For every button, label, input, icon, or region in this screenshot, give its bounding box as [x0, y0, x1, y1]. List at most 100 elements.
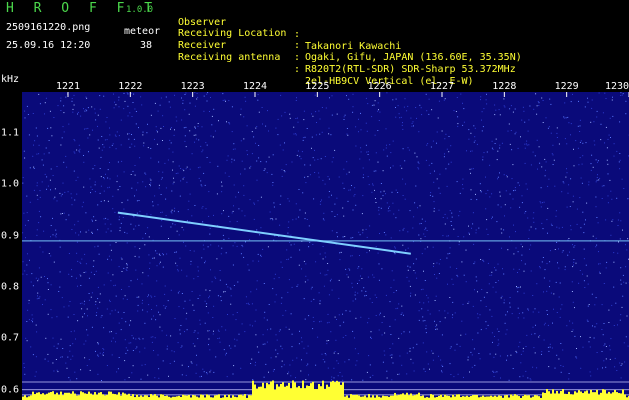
- noise-speck: [263, 283, 265, 284]
- noise-speck: [22, 261, 24, 263]
- noise-speck: [402, 122, 403, 124]
- signal-bar: [458, 394, 460, 400]
- noise-speck: [534, 352, 536, 354]
- noise-speck: [142, 237, 144, 239]
- noise-speck: [539, 335, 541, 336]
- noise-speck: [589, 371, 591, 373]
- noise-speck: [353, 195, 355, 197]
- noise-speck: [299, 330, 300, 332]
- noise-speck: [371, 191, 373, 193]
- noise-speck: [489, 196, 491, 198]
- noise-speck: [385, 193, 386, 195]
- noise-speck: [520, 286, 521, 288]
- signal-bar: [80, 391, 82, 400]
- noise-speck: [141, 104, 143, 106]
- noise-speck: [162, 140, 163, 141]
- noise-speck: [223, 349, 225, 351]
- noise-speck: [94, 246, 96, 248]
- noise-speck: [270, 328, 272, 330]
- noise-speck: [427, 143, 429, 145]
- noise-speck: [39, 196, 41, 198]
- noise-speck: [336, 197, 338, 199]
- noise-speck: [101, 380, 102, 381]
- noise-speck: [27, 309, 29, 311]
- signal-bar: [444, 394, 446, 400]
- noise-speck: [337, 353, 339, 355]
- noise-speck: [386, 144, 387, 146]
- noise-speck: [277, 134, 279, 136]
- noise-speck: [144, 364, 146, 366]
- noise-speck: [281, 115, 283, 117]
- signal-bar: [314, 389, 316, 400]
- noise-speck: [395, 189, 397, 191]
- signal-bar: [194, 395, 196, 400]
- noise-speck: [470, 351, 472, 353]
- noise-speck: [60, 97, 62, 99]
- noise-speck: [595, 297, 597, 299]
- signal-bar: [522, 396, 524, 400]
- noise-speck: [625, 100, 627, 102]
- noise-speck: [494, 104, 496, 106]
- noise-speck: [173, 177, 174, 179]
- noise-speck: [281, 266, 283, 268]
- noise-speck: [429, 172, 431, 174]
- signal-bar: [250, 395, 252, 400]
- noise-speck: [443, 156, 445, 158]
- signal-bar: [412, 395, 414, 400]
- noise-speck: [93, 260, 95, 262]
- noise-speck: [448, 163, 450, 165]
- noise-speck: [256, 126, 258, 128]
- noise-speck: [609, 358, 611, 360]
- noise-speck: [383, 316, 385, 318]
- noise-speck: [112, 143, 114, 145]
- noise-speck: [383, 190, 385, 192]
- noise-speck: [441, 364, 443, 366]
- noise-speck: [491, 274, 493, 276]
- signal-bar: [362, 396, 364, 400]
- noise-speck: [524, 162, 526, 164]
- noise-speck: [581, 182, 583, 184]
- noise-speck: [229, 123, 231, 125]
- noise-speck: [329, 97, 330, 99]
- noise-speck: [389, 325, 391, 327]
- noise-speck: [475, 229, 477, 231]
- noise-speck: [456, 343, 458, 345]
- noise-speck: [32, 285, 34, 287]
- noise-speck: [153, 257, 155, 259]
- noise-speck: [326, 274, 328, 276]
- noise-speck: [321, 353, 323, 355]
- noise-speck: [355, 364, 357, 366]
- noise-speck: [206, 303, 208, 305]
- noise-speck: [126, 263, 128, 265]
- noise-speck: [532, 311, 534, 313]
- noise-speck: [394, 247, 396, 249]
- noise-speck: [422, 316, 424, 318]
- noise-speck: [523, 292, 525, 294]
- noise-speck: [293, 126, 295, 128]
- noise-speck: [504, 106, 506, 108]
- signal-bar: [316, 389, 318, 400]
- noise-speck: [319, 253, 321, 255]
- noise-speck: [627, 198, 629, 200]
- noise-speck: [530, 270, 532, 272]
- noise-speck: [318, 172, 320, 174]
- noise-speck: [23, 367, 25, 368]
- noise-speck: [428, 113, 430, 115]
- noise-speck: [204, 262, 206, 264]
- noise-speck: [359, 158, 361, 160]
- noise-speck: [138, 127, 139, 129]
- noise-speck: [591, 99, 593, 101]
- noise-speck: [211, 115, 213, 117]
- noise-speck: [362, 167, 364, 169]
- noise-speck: [212, 333, 214, 335]
- noise-speck: [425, 227, 427, 229]
- noise-speck: [105, 173, 106, 175]
- noise-speck: [509, 108, 511, 110]
- noise-speck: [227, 155, 229, 157]
- noise-speck: [150, 179, 152, 181]
- noise-speck: [550, 292, 552, 294]
- noise-speck: [331, 114, 333, 116]
- noise-speck: [174, 129, 175, 131]
- noise-speck: [604, 92, 606, 94]
- noise-speck: [170, 128, 171, 130]
